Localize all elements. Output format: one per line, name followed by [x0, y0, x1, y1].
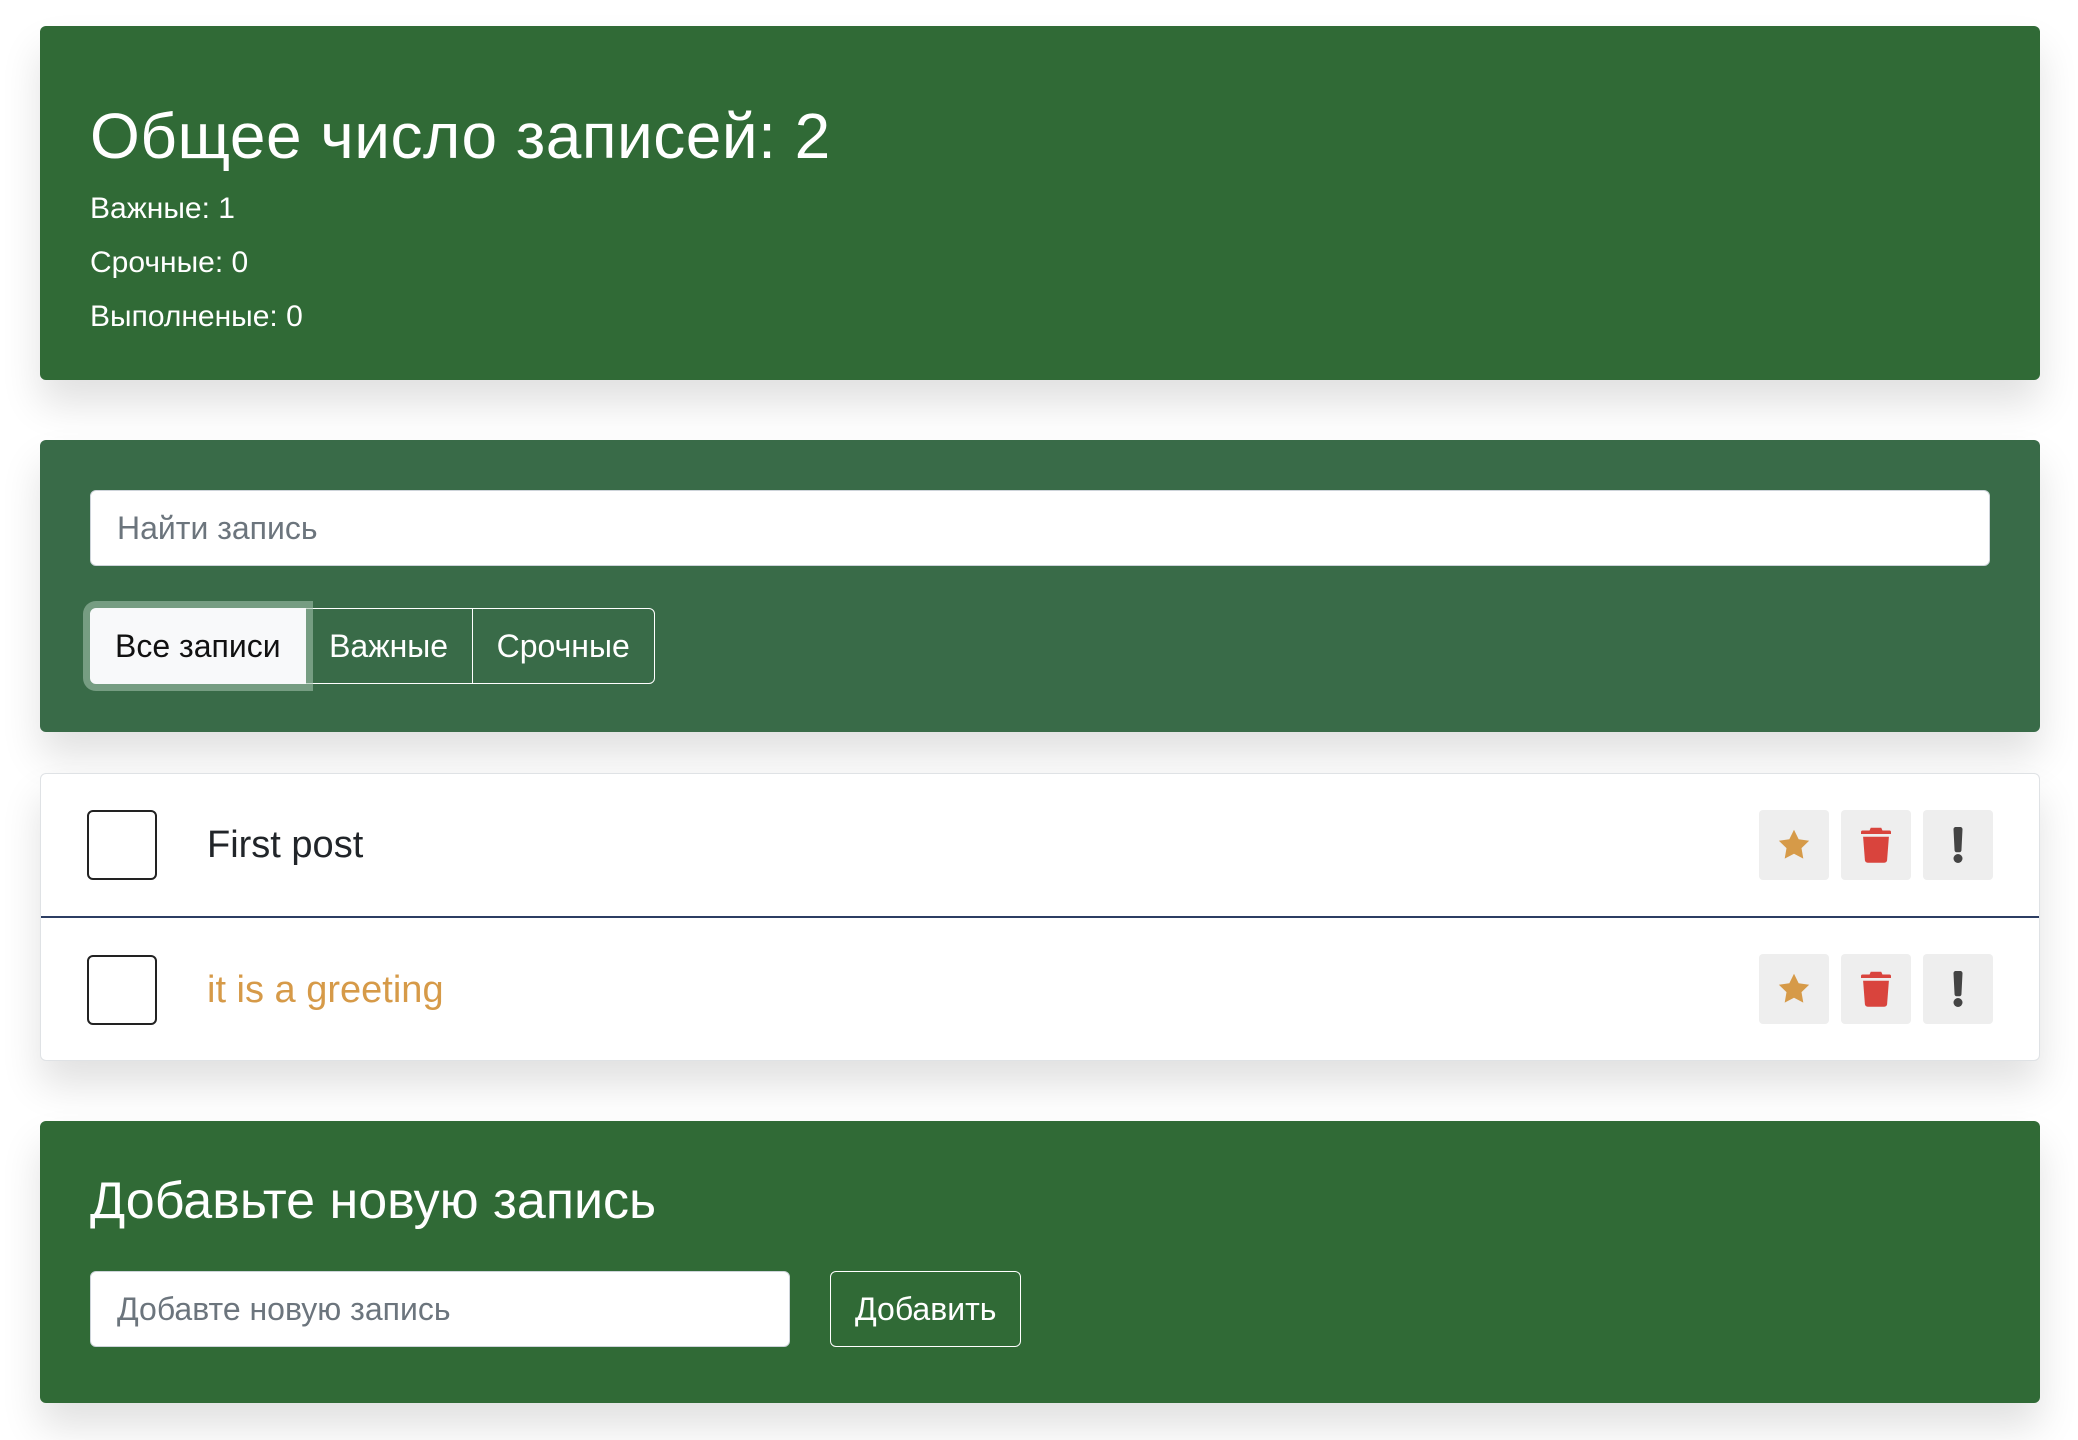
star-button[interactable] [1759, 810, 1829, 880]
post-label[interactable]: it is a greeting [207, 969, 444, 1012]
post-label[interactable]: First post [207, 824, 363, 867]
list-item: First post [41, 774, 2039, 918]
item-actions [1759, 954, 1993, 1024]
add-post-form: Добавить [90, 1271, 1990, 1347]
important-count: Важные: 1 [90, 192, 235, 225]
post-list: First post it is a greeting [40, 773, 2040, 1061]
add-post-title: Добавьте новую запись [90, 1172, 657, 1230]
exclamation-icon [1950, 827, 1966, 863]
delete-button[interactable] [1841, 954, 1911, 1024]
done-count: Выполненые: 0 [90, 300, 303, 333]
todo-app: Общее число записей: 2 Важные: 1 Срочные… [0, 0, 2078, 1440]
urgent-count: Срочные: 0 [90, 246, 249, 279]
filter-button-group: Все записи Важные Срочные [90, 608, 1990, 684]
add-post-panel: Добавьте новую запись Добавить [40, 1121, 2040, 1403]
search-panel: Все записи Важные Срочные [40, 440, 2040, 732]
trash-icon [1861, 971, 1891, 1007]
urgent-button[interactable] [1923, 810, 1993, 880]
trash-icon [1861, 827, 1891, 863]
search-input[interactable] [90, 490, 1990, 566]
star-icon [1776, 827, 1812, 863]
delete-button[interactable] [1841, 810, 1911, 880]
filter-important-button[interactable]: Важные [304, 608, 474, 684]
urgent-button[interactable] [1923, 954, 1993, 1024]
star-icon [1776, 971, 1812, 1007]
done-checkbox[interactable] [87, 955, 157, 1025]
filter-all-button[interactable]: Все записи [90, 608, 306, 684]
new-post-input[interactable] [90, 1271, 790, 1347]
star-button[interactable] [1759, 954, 1829, 1024]
filter-urgent-button[interactable]: Срочные [471, 608, 655, 684]
add-post-button[interactable]: Добавить [830, 1271, 1022, 1347]
list-item: it is a greeting [41, 918, 2039, 1062]
done-checkbox[interactable] [87, 810, 157, 880]
exclamation-icon [1950, 971, 1966, 1007]
stats-header: Общее число записей: 2 Важные: 1 Срочные… [40, 26, 2040, 380]
total-count-title: Общее число записей: 2 [90, 100, 831, 172]
item-actions [1759, 810, 1993, 880]
